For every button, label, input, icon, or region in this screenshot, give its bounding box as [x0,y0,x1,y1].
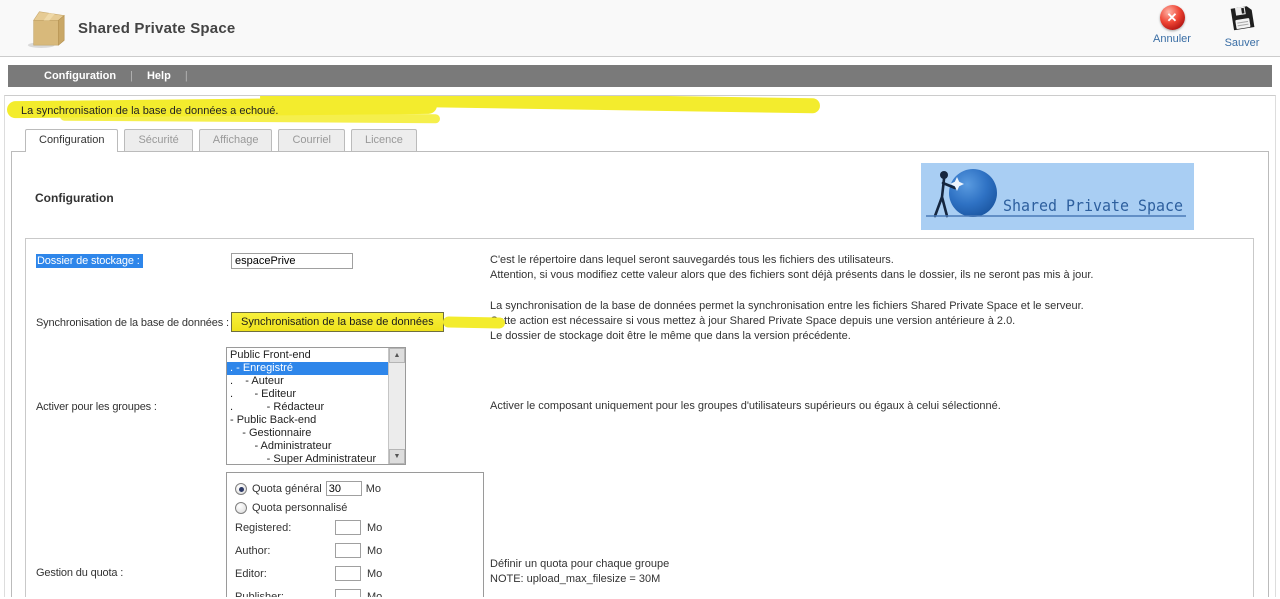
save-label: Sauver [1225,37,1260,49]
listbox-scrollbar[interactable]: ▲ ▼ [388,348,405,464]
radio-checked-icon[interactable] [235,483,247,495]
menu-separator: | [185,70,188,82]
quota-label: Gestion du quota : [36,565,231,579]
cancel-label: Annuler [1153,33,1191,45]
status-message-zone: La synchronisation de la base de données… [5,96,1275,129]
quota-group-label: Registered: [235,522,335,534]
cancel-icon: ✕ [1160,5,1185,30]
quota-group-row: Editor: Mo [235,566,483,581]
group-option[interactable]: - Gestionnaire [227,427,388,440]
groups-label: Activer pour les groupes : [36,399,231,413]
sync-label: Synchronisation de la base de données : [36,315,231,329]
quota-custom-label: Quota personnalisé [252,502,347,514]
tab-securite[interactable]: Sécurité [124,129,192,151]
sync-description: La synchronisation de la base de données… [490,299,1253,344]
quota-custom-option[interactable]: Quota personnalisé [235,502,483,514]
radio-unchecked-icon[interactable] [235,502,247,514]
groups-row: Activer pour les groupes : Public Front-… [36,347,1253,465]
quota-box: Quota général Mo Quota personnalisé Regi… [226,472,484,597]
group-option-selected[interactable]: . - Enregistré [227,362,388,375]
scroll-down-icon[interactable]: ▼ [389,449,405,464]
tab-configuration[interactable]: Configuration [25,129,118,151]
menubar: Configuration | Help | [8,65,1272,87]
group-option[interactable]: . - Rédacteur [227,401,388,414]
quota-group-row: Author: Mo [235,543,483,558]
tab-courriel[interactable]: Courriel [278,129,345,151]
group-option[interactable]: Public Front-end [227,349,388,362]
quota-editor-input[interactable] [335,566,361,581]
error-message: La synchronisation de la base de données… [21,105,1275,117]
quota-row: Gestion du quota : Quota général Mo Quot… [36,472,1253,597]
tab-strip: Configuration Sécurité Affichage Courrie… [25,129,1275,151]
quota-group-row: Publisher: Mo [235,589,483,597]
quota-publisher-input[interactable] [335,589,361,597]
quota-unit: Mo [367,591,382,598]
storage-row: Dossier de stockage : C'est le répertoir… [36,253,1253,283]
group-option[interactable]: - Administrateur [227,440,388,453]
storage-folder-input[interactable] [231,253,353,269]
quota-author-input[interactable] [335,543,361,558]
groups-listbox[interactable]: Public Front-end . - Enregistré . - Aute… [226,347,406,465]
box-icon [26,5,68,52]
save-button[interactable]: Sauver [1218,5,1266,49]
cancel-button[interactable]: ✕ Annuler [1148,5,1196,49]
group-option[interactable]: - Super Administrateur [227,453,388,465]
quota-unit: Mo [367,545,382,557]
tab-affichage[interactable]: Affichage [199,129,273,151]
quota-group-row: Registered: Mo [235,520,483,535]
storage-label: Dossier de stockage : [36,254,143,268]
group-option[interactable]: . - Editeur [227,388,388,401]
brand-logo: Shared Private Space [921,163,1194,230]
menu-item-configuration[interactable]: Configuration [30,70,130,82]
config-fieldset: Dossier de stockage : C'est le répertoir… [25,238,1254,597]
sync-row: Synchronisation de la base de données : … [36,299,1253,344]
floppy-disk-icon [1229,5,1255,34]
groups-description: Activer le composant uniquement pour les… [490,399,1253,414]
quota-general-label: Quota général [252,483,322,495]
quota-registered-input[interactable] [335,520,361,535]
quota-group-label: Author: [235,545,335,557]
scroll-up-icon[interactable]: ▲ [389,348,405,363]
sync-database-button[interactable]: Synchronisation de la base de données [231,312,444,332]
toolbar: ✕ Annuler Sauver [1148,5,1266,49]
storage-description: C'est le répertoire dans lequel seront s… [490,253,1253,283]
quota-unit: Mo [366,483,381,495]
quota-general-option[interactable]: Quota général Mo [235,481,483,496]
group-option[interactable]: . - Auteur [227,375,388,388]
main-content: La synchronisation de la base de données… [4,95,1276,597]
quota-description: Définir un quota pour chaque groupe NOTE… [490,557,1253,587]
quota-group-label: Publisher: [235,591,335,598]
menu-item-help[interactable]: Help [133,70,185,82]
quota-general-input[interactable] [326,481,362,496]
group-option[interactable]: - Public Back-end [227,414,388,427]
tab-panel: Configuration Shared Private Space [11,151,1269,597]
quota-unit: Mo [367,522,382,534]
quota-group-label: Editor: [235,568,335,580]
tab-licence[interactable]: Licence [351,129,417,151]
app-header: Shared Private Space ✕ Annuler Sauver [0,0,1280,57]
page-title: Shared Private Space [78,20,235,37]
logo-text: Shared Private Space [1003,196,1183,215]
quota-unit: Mo [367,568,382,580]
